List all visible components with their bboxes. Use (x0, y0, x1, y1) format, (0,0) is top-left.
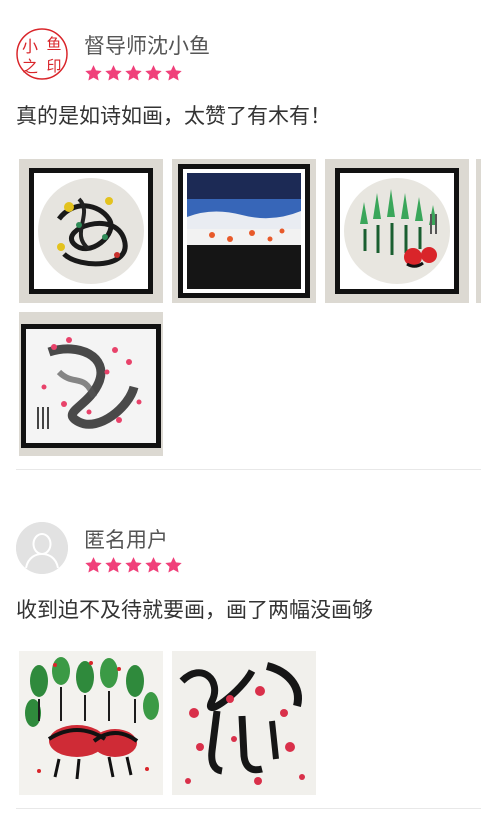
star-icon (125, 65, 142, 81)
review-photo[interactable] (19, 312, 163, 456)
review-comment: 真的是如诗如画，太赞了有木有！ (16, 104, 331, 128)
review-photo[interactable] (19, 159, 163, 303)
star-icon (85, 557, 102, 573)
review-photo[interactable] (172, 651, 316, 795)
review-photo[interactable] (172, 159, 316, 303)
review-comment: 收到迫不及待就要画，画了两幅没画够 (16, 598, 373, 622)
user-avatar[interactable] (16, 522, 68, 574)
review-item-2: 匿名用户 收到迫不及待就要画，画了两幅没画够 (0, 470, 481, 815)
star-icon (165, 557, 182, 573)
star-icon (85, 65, 102, 81)
svg-text:小: 小 (22, 37, 38, 56)
review-divider (16, 808, 481, 809)
username: 督导师沈小鱼 (84, 34, 210, 58)
star-icon (105, 557, 122, 573)
rating-stars (84, 556, 183, 576)
svg-text:印: 印 (46, 57, 61, 75)
rating-stars (84, 64, 183, 84)
username: 匿名用户 (84, 528, 168, 552)
svg-text:之: 之 (22, 57, 38, 76)
review-item-1: 小 鱼 之 印 督导师沈小鱼 真的是如诗如画，太赞了有木有！ (0, 0, 481, 470)
star-icon (145, 65, 162, 81)
star-icon (145, 557, 162, 573)
star-icon (165, 65, 182, 81)
user-silhouette-icon (16, 522, 68, 574)
review-photo[interactable] (19, 651, 163, 795)
svg-text:鱼: 鱼 (46, 35, 61, 53)
user-avatar[interactable]: 小 鱼 之 印 (16, 28, 68, 80)
review-photo[interactable] (476, 159, 481, 303)
review-photo[interactable] (325, 159, 469, 303)
star-icon (105, 65, 122, 81)
star-icon (125, 557, 142, 573)
seal-avatar-icon: 小 鱼 之 印 (16, 28, 68, 80)
